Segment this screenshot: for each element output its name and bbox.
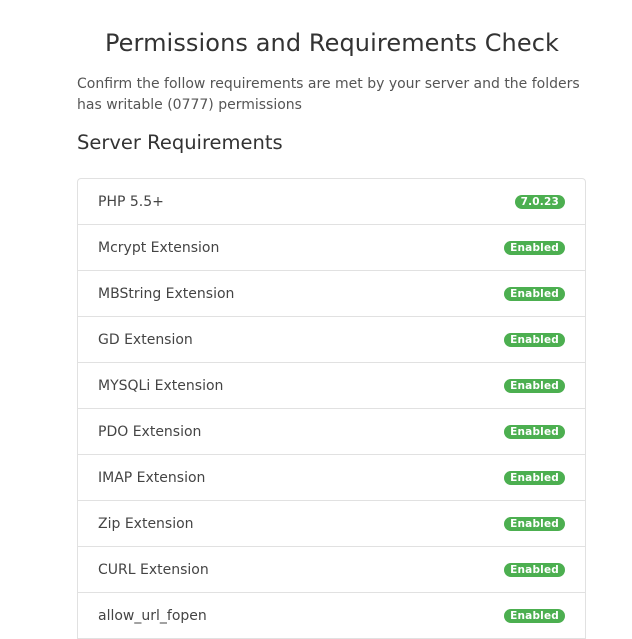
page-title: Permissions and Requirements Check (104, 29, 560, 57)
requirement-name: Mcrypt Extension (98, 239, 220, 256)
requirement-name: allow_url_fopen (98, 607, 207, 624)
requirement-name: PDO Extension (98, 423, 202, 440)
requirement-name: GD Extension (98, 331, 193, 348)
requirement-name: CURL Extension (98, 561, 209, 578)
requirement-row-curl: CURL Extension Enabled (78, 547, 585, 593)
requirement-name: MBString Extension (98, 285, 235, 302)
status-badge: Enabled (504, 332, 565, 347)
requirement-row-mcrypt: Mcrypt Extension Enabled (78, 225, 585, 271)
status-badge: Enabled (504, 608, 565, 623)
requirement-name: MYSQLi Extension (98, 377, 224, 394)
requirement-row-mysqli: MYSQLi Extension Enabled (78, 363, 585, 409)
requirement-row-allow-url-fopen: allow_url_fopen Enabled (78, 593, 585, 639)
requirement-row-mbstring: MBString Extension Enabled (78, 271, 585, 317)
status-badge: Enabled (504, 516, 565, 531)
requirement-row-zip: Zip Extension Enabled (78, 501, 585, 547)
requirement-row-pdo: PDO Extension Enabled (78, 409, 585, 455)
requirement-row-gd: GD Extension Enabled (78, 317, 585, 363)
server-requirements-heading: Server Requirements (77, 131, 283, 154)
requirement-name: PHP 5.5+ (98, 193, 164, 210)
requirement-name: IMAP Extension (98, 469, 206, 486)
status-badge: Enabled (504, 378, 565, 393)
status-badge: Enabled (504, 286, 565, 301)
requirement-row-imap: IMAP Extension Enabled (78, 455, 585, 501)
status-badge: Enabled (504, 470, 565, 485)
status-badge: Enabled (504, 562, 565, 577)
server-requirements-list: PHP 5.5+ 7.0.23 Mcrypt Extension Enabled… (77, 178, 586, 639)
status-badge: Enabled (504, 424, 565, 439)
intro-text: Confirm the follow requirements are met … (77, 76, 580, 113)
status-badge: 7.0.23 (514, 194, 565, 209)
status-badge: Enabled (504, 240, 565, 255)
requirement-name: Zip Extension (98, 515, 194, 532)
requirement-row-php: PHP 5.5+ 7.0.23 (78, 179, 585, 225)
